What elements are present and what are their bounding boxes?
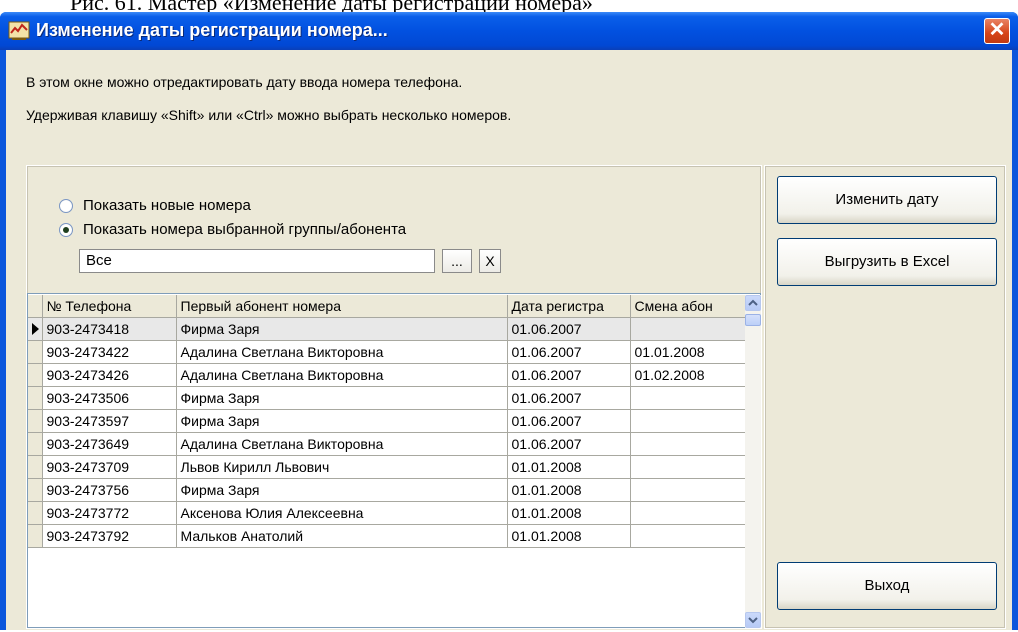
cell-subscriber-change[interactable] xyxy=(630,501,747,525)
row-indicator[interactable] xyxy=(28,340,43,364)
cell-first-subscriber[interactable]: Мальков Анатолий xyxy=(176,524,508,548)
grid-vertical-scrollbar[interactable] xyxy=(745,295,761,628)
row-indicator[interactable] xyxy=(28,478,43,502)
clear-group-button[interactable]: X xyxy=(479,249,501,273)
cell-registration-date[interactable]: 01.06.2007 xyxy=(507,317,631,341)
column-header-phone[interactable]: № Телефона xyxy=(42,295,177,318)
chevron-down-icon xyxy=(748,617,758,624)
title-bar[interactable]: Изменение даты регистрации номера... ✕ xyxy=(0,12,1018,50)
table-row[interactable]: 903-2473422 Адалина Светлана Викторовна 01… xyxy=(28,340,747,364)
cell-subscriber-change[interactable] xyxy=(630,478,747,502)
row-indicator[interactable] xyxy=(28,524,43,548)
table-row[interactable]: 903-2473756 Фирма Заря 01.01.2008 xyxy=(28,478,747,502)
radio-group-numbers-circle[interactable] xyxy=(59,222,73,237)
cell-first-subscriber[interactable]: Адалина Светлана Викторовна xyxy=(176,340,508,364)
cell-phone[interactable]: 903-2473597 xyxy=(42,409,177,433)
cell-subscriber-change[interactable] xyxy=(630,524,747,548)
table-row[interactable]: 903-2473597 Фирма Заря 01.06.2007 xyxy=(28,409,747,433)
cell-phone[interactable]: 903-2473506 xyxy=(42,386,177,410)
cell-registration-date[interactable]: 01.01.2008 xyxy=(507,524,631,548)
table-row[interactable]: 903-2473506 Фирма Заря 01.06.2007 xyxy=(28,386,747,410)
scroll-up-button[interactable] xyxy=(745,295,761,311)
table-row[interactable]: 903-2473418 Фирма Заря 01.06.2007 xyxy=(28,317,747,341)
radio-new-numbers-label: Показать новые номера xyxy=(83,197,251,214)
cell-phone[interactable]: 903-2473756 xyxy=(42,478,177,502)
row-indicator[interactable] xyxy=(28,501,43,525)
change-date-button[interactable]: Изменить дату xyxy=(777,176,997,224)
cell-phone[interactable]: 903-2473792 xyxy=(42,524,177,548)
cell-subscriber-change[interactable] xyxy=(630,386,747,410)
cell-phone[interactable]: 903-2473426 xyxy=(42,363,177,387)
table-row[interactable]: 903-2473426 Адалина Светлана Викторовна 01… xyxy=(28,363,747,387)
grid-corner xyxy=(28,295,43,318)
cell-first-subscriber[interactable]: Фирма Заря xyxy=(176,317,508,341)
numbers-panel: Показать новые номера Показать номера вы… xyxy=(26,165,762,629)
cell-subscriber-change[interactable]: 01.02.2008 xyxy=(630,363,747,387)
info-line-2: Удерживая клавишу «Shift» или «Ctrl» мож… xyxy=(26,107,512,123)
dialog-client-area: В этом окне можно отредактировать дату в… xyxy=(6,50,1012,630)
browse-group-button[interactable]: ... xyxy=(442,249,472,273)
column-header-registration-date[interactable]: Дата регистра xyxy=(507,295,631,318)
cell-phone[interactable]: 903-2473649 xyxy=(42,432,177,456)
cell-first-subscriber[interactable]: Фирма Заря xyxy=(176,409,508,433)
table-row[interactable]: 903-2473772 Аксенова Юлия Алексеевна 01.01… xyxy=(28,501,747,525)
scroll-down-button[interactable] xyxy=(745,612,761,628)
cell-registration-date[interactable]: 01.06.2007 xyxy=(507,340,631,364)
row-indicator[interactable] xyxy=(28,386,43,410)
cell-registration-date[interactable]: 01.06.2007 xyxy=(507,363,631,387)
radio-group-numbers[interactable]: Показать номера выбранной группы/абонент… xyxy=(59,221,406,238)
radio-new-numbers[interactable]: Показать новые номера xyxy=(59,197,251,214)
cell-registration-date[interactable]: 01.01.2008 xyxy=(507,455,631,479)
cell-first-subscriber[interactable]: Фирма Заря xyxy=(176,386,508,410)
app-icon xyxy=(8,21,30,40)
cell-phone[interactable]: 903-2473418 xyxy=(42,317,177,341)
table-row[interactable]: 903-2473792 Мальков Анатолий 01.01.2008 xyxy=(28,524,747,548)
column-header-subscriber-change[interactable]: Смена абон xyxy=(630,295,747,318)
exit-button[interactable]: Выход xyxy=(777,562,997,610)
cell-registration-date[interactable]: 01.01.2008 xyxy=(507,501,631,525)
cell-first-subscriber[interactable]: Фирма Заря xyxy=(176,478,508,502)
cell-first-subscriber[interactable]: Аксенова Юлия Алексеевна xyxy=(176,501,508,525)
dialog-window: Изменение даты регистрации номера... ✕ В… xyxy=(0,12,1018,630)
row-indicator[interactable] xyxy=(28,363,43,387)
cell-first-subscriber[interactable]: Адалина Светлана Викторовна xyxy=(176,432,508,456)
chevron-up-icon xyxy=(748,299,758,306)
row-indicator[interactable] xyxy=(28,409,43,433)
row-indicator[interactable] xyxy=(28,432,43,456)
cell-registration-date[interactable]: 01.06.2007 xyxy=(507,386,631,410)
cell-first-subscriber[interactable]: Адалина Светлана Викторовна xyxy=(176,363,508,387)
cell-subscriber-change[interactable] xyxy=(630,455,747,479)
cell-phone[interactable]: 903-2473772 xyxy=(42,501,177,525)
grid-header-row: № Телефона Первый абонент номера Дата ре… xyxy=(28,295,747,318)
row-pointer-icon xyxy=(32,323,39,335)
table-row[interactable]: 903-2473709 Львов Кирилл Львович 01.01.200… xyxy=(28,455,747,479)
export-excel-button[interactable]: Выгрузить в Excel xyxy=(777,238,997,286)
cell-registration-date[interactable]: 01.01.2008 xyxy=(507,478,631,502)
cell-subscriber-change[interactable] xyxy=(630,432,747,456)
radio-new-numbers-circle[interactable] xyxy=(59,198,73,213)
cell-phone[interactable]: 903-2473709 xyxy=(42,455,177,479)
numbers-grid: № Телефона Первый абонент номера Дата ре… xyxy=(28,295,747,548)
cell-phone[interactable]: 903-2473422 xyxy=(42,340,177,364)
cell-registration-date[interactable]: 01.06.2007 xyxy=(507,409,631,433)
row-indicator[interactable] xyxy=(28,455,43,479)
radio-group-numbers-label: Показать номера выбранной группы/абонент… xyxy=(83,221,407,238)
cell-subscriber-change[interactable] xyxy=(630,409,747,433)
column-header-first-subscriber[interactable]: Первый абонент номера xyxy=(176,295,508,318)
cell-first-subscriber[interactable]: Львов Кирилл Львович xyxy=(176,455,508,479)
table-row[interactable]: 903-2473649 Адалина Светлана Викторовна 01… xyxy=(28,432,747,456)
group-field[interactable]: Все xyxy=(79,249,435,273)
close-button[interactable]: ✕ xyxy=(984,18,1010,44)
scroll-thumb[interactable] xyxy=(745,314,761,326)
actions-panel: Изменить дату Выгрузить в Excel Выход xyxy=(764,165,1006,629)
window-title: Изменение даты регистрации номера... xyxy=(36,20,388,40)
cell-subscriber-change[interactable]: 01.01.2008 xyxy=(630,340,747,364)
row-indicator[interactable] xyxy=(28,317,43,341)
cell-registration-date[interactable]: 01.06.2007 xyxy=(507,432,631,456)
info-line-1: В этом окне можно отредактировать дату в… xyxy=(26,74,463,90)
cell-subscriber-change[interactable] xyxy=(630,317,747,341)
